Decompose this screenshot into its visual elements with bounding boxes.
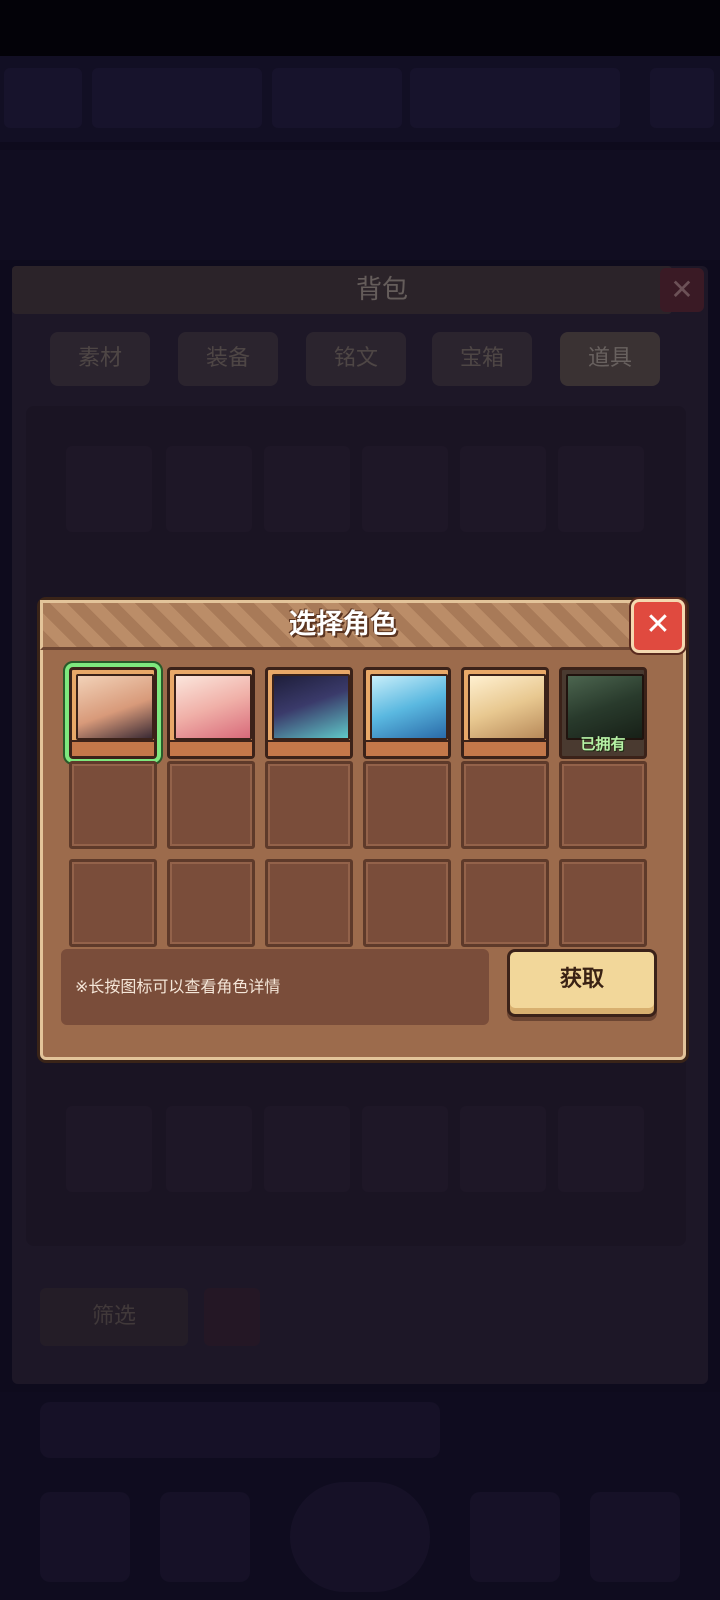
empty-character-slot bbox=[363, 859, 451, 947]
empty-character-slot bbox=[69, 859, 157, 947]
dialog-header: 选择角色 bbox=[40, 600, 642, 650]
owned-label: 已拥有 bbox=[580, 735, 626, 753]
character-portrait bbox=[566, 674, 644, 740]
empty-character-slot bbox=[461, 859, 549, 947]
character-slot-foot bbox=[366, 740, 448, 756]
character-portrait bbox=[272, 674, 350, 740]
character-slot-foot bbox=[170, 740, 252, 756]
empty-character-slot bbox=[265, 761, 353, 849]
close-button[interactable]: ✕ bbox=[631, 599, 685, 653]
empty-character-slot bbox=[167, 859, 255, 947]
character-slot-4[interactable] bbox=[363, 667, 451, 759]
get-button[interactable]: 获取 bbox=[507, 949, 657, 1017]
character-portrait bbox=[370, 674, 448, 740]
character-portrait bbox=[468, 674, 546, 740]
character-slot-1[interactable] bbox=[69, 667, 157, 759]
empty-character-slot bbox=[559, 761, 647, 849]
character-slot-foot bbox=[464, 740, 546, 756]
character-portrait bbox=[174, 674, 252, 740]
hint-box: ※长按图标可以查看角色详情 bbox=[61, 949, 489, 1025]
empty-character-slot bbox=[363, 761, 451, 849]
empty-character-slot bbox=[167, 761, 255, 849]
character-portrait bbox=[76, 674, 154, 740]
character-slot-foot bbox=[72, 740, 154, 756]
dialog-title: 选择角色 bbox=[289, 609, 397, 640]
select-character-dialog: 选择角色 ✕ 已拥有 ※长按图标可以查看角色详情 获取 bbox=[40, 599, 686, 1060]
empty-character-slot bbox=[559, 859, 647, 947]
character-slot-6[interactable]: 已拥有 bbox=[559, 667, 647, 759]
character-slot-3[interactable] bbox=[265, 667, 353, 759]
character-slot-foot bbox=[268, 740, 350, 756]
empty-character-slot bbox=[461, 761, 549, 849]
hint-text: ※长按图标可以查看角色详情 bbox=[75, 977, 281, 996]
close-x-icon: ✕ bbox=[645, 607, 671, 642]
empty-character-slot bbox=[265, 859, 353, 947]
empty-character-slot bbox=[69, 761, 157, 849]
get-button-label: 获取 bbox=[559, 967, 604, 992]
character-slot-2[interactable] bbox=[167, 667, 255, 759]
character-slot-5[interactable] bbox=[461, 667, 549, 759]
game-screen: 背包 ✕ 素材 装备 铭文 宝箱 道具 筛选 bbox=[0, 0, 720, 1600]
